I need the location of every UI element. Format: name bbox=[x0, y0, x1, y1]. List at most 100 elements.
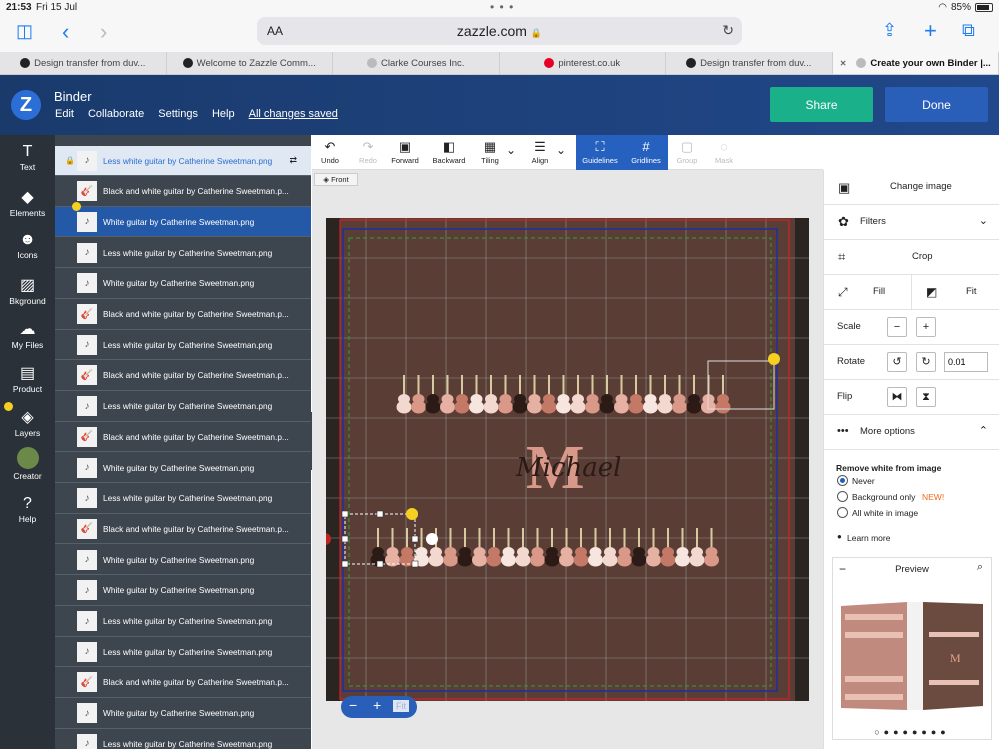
layer-row[interactable]: 🎸 Black and white guitar by Catherine Swe… bbox=[55, 300, 311, 330]
done-button[interactable]: Done bbox=[885, 87, 988, 122]
layer-row[interactable]: ♪ White guitar by Catherine Sweetman.png bbox=[55, 202, 311, 238]
zoom-out-button[interactable]: − bbox=[349, 697, 357, 713]
layer-row[interactable]: 🎸 Black and white guitar by Catherine Swe… bbox=[55, 177, 311, 207]
share-sheet-icon[interactable]: ⇪ bbox=[882, 20, 897, 41]
sidebar-toggle-icon[interactable]: ◫ bbox=[16, 21, 33, 42]
browser-tab[interactable]: Design transfer from duv... bbox=[666, 52, 833, 74]
browser-tab[interactable]: Design transfer from duv... bbox=[0, 52, 167, 74]
rotate-input[interactable] bbox=[944, 352, 988, 372]
chevron-down-icon[interactable]: ⌄ bbox=[506, 143, 516, 157]
layer-row[interactable]: 🎸 Black and white guitar by Catherine Swe… bbox=[55, 422, 311, 453]
favicon-icon bbox=[182, 58, 193, 68]
align-button[interactable]: ☰ Align bbox=[526, 135, 554, 170]
layer-row[interactable]: ♪ Less white guitar by Catherine Sweetman… bbox=[55, 484, 311, 514]
tool-layers[interactable]: ◈ Layers bbox=[0, 407, 55, 438]
scale-down-button[interactable]: − bbox=[887, 317, 907, 337]
backward-button[interactable]: ◧ Backward bbox=[428, 135, 470, 170]
layer-row[interactable]: ♪ White guitar by Catherine Sweetman.png bbox=[55, 699, 311, 729]
browser-tab[interactable]: ✕ Create your own Binder |... bbox=[832, 52, 999, 74]
cloud-upload-icon: ☁ bbox=[19, 321, 36, 338]
zoom-in-button[interactable]: + bbox=[373, 697, 381, 713]
mask-button[interactable]: ◌ Mask bbox=[708, 135, 740, 170]
menu-settings[interactable]: Settings bbox=[158, 108, 198, 120]
guidelines-button[interactable]: ⛶ Guidelines bbox=[576, 135, 624, 170]
learn-more-link[interactable]: Learn more bbox=[847, 533, 890, 543]
gridlines-button[interactable]: # Gridlines bbox=[624, 135, 668, 170]
fill-button[interactable]: ⤢ Fill bbox=[824, 275, 912, 310]
resize-handle bbox=[341, 535, 349, 543]
change-image-row[interactable]: ▣ Change image bbox=[824, 170, 999, 205]
tool-product[interactable]: ▤ Product bbox=[0, 363, 55, 394]
layer-row[interactable]: 🎸 Black and white guitar by Catherine Swe… bbox=[55, 668, 311, 698]
flip-vertical-button[interactable]: ⧗ bbox=[916, 387, 936, 407]
zazzle-logo[interactable]: Z bbox=[11, 90, 41, 120]
share-button[interactable]: Share bbox=[770, 87, 873, 122]
layer-row[interactable]: ♪ Less white guitar by Catherine Sweetman… bbox=[55, 238, 311, 269]
layer-row[interactable]: ♪ White guitar by Catherine Sweetman.png bbox=[55, 545, 311, 576]
layer-row[interactable]: ♪ Less white guitar by Catherine Sweetman… bbox=[55, 330, 311, 361]
multitask-dots-icon[interactable]: • • • bbox=[490, 0, 514, 14]
guitar-bottom-neck bbox=[522, 528, 524, 550]
radio-all-white[interactable] bbox=[837, 507, 848, 518]
more-options-row[interactable]: ••• More options ⌃ bbox=[824, 415, 999, 450]
link-icon[interactable]: ⇄ bbox=[289, 155, 297, 166]
tool-creator[interactable]: ● Creator bbox=[0, 447, 55, 481]
tool-bkground[interactable]: ▨ Bkground bbox=[0, 275, 55, 306]
undo-button[interactable]: ↶ Undo bbox=[316, 135, 344, 170]
new-tab-icon[interactable]: + bbox=[924, 18, 937, 44]
tool-text[interactable]: T Text bbox=[0, 143, 55, 172]
guitar-bottom-neck bbox=[623, 528, 626, 550]
forward-button[interactable]: ▣ Forward bbox=[390, 135, 420, 170]
rotate-right-button[interactable]: ↻ bbox=[916, 352, 936, 372]
close-tab-icon[interactable]: ✕ bbox=[840, 59, 847, 68]
tool-help[interactable]: ? Help bbox=[0, 495, 55, 524]
browser-tab[interactable]: Clarke Courses Inc. bbox=[333, 52, 500, 74]
reload-icon[interactable]: ↻ bbox=[722, 22, 734, 39]
layer-row[interactable]: ♪ Less white guitar by Catherine Sweetman… bbox=[55, 607, 311, 637]
chevron-down-icon[interactable]: ⌄ bbox=[556, 143, 566, 157]
redo-button[interactable]: ↷ Redo bbox=[354, 135, 382, 170]
layer-row[interactable]: ♪ White guitar by Catherine Sweetman.png bbox=[55, 576, 311, 606]
group-button[interactable]: ▢ Group bbox=[672, 135, 702, 170]
fit-button[interactable]: ◩ Fit bbox=[912, 275, 999, 310]
tool-my-files[interactable]: ☁ My Files bbox=[0, 319, 55, 350]
layer-row[interactable]: 🔒 ♪ Less white guitar by Catherine Sweetma… bbox=[55, 146, 311, 176]
design-canvas[interactable]: MMichael bbox=[326, 218, 809, 701]
zoom-preview-icon[interactable]: ⌕ bbox=[977, 561, 983, 574]
guitar-top-body-bottom bbox=[672, 400, 687, 414]
binder-preview-image[interactable]: M bbox=[837, 580, 987, 718]
menu-edit[interactable]: Edit bbox=[55, 108, 74, 120]
layer-row[interactable]: ♪ Less white guitar by Catherine Sweetman… bbox=[55, 637, 311, 668]
preview-pager[interactable]: ○●●●●●●● bbox=[833, 727, 991, 737]
back-icon[interactable]: ‹ bbox=[62, 19, 69, 45]
crop-row[interactable]: ⌗ Crop bbox=[824, 240, 999, 275]
lock-icon[interactable]: 🔒 bbox=[65, 156, 75, 165]
browser-tab[interactable]: Welcome to Zazzle Comm... bbox=[167, 52, 333, 74]
flip-horizontal-button[interactable]: ⧓ bbox=[887, 387, 907, 407]
scale-up-button[interactable]: + bbox=[916, 317, 936, 337]
address-bar[interactable]: AA zazzle.com 🔒 ↻ bbox=[257, 17, 742, 45]
tool-icons[interactable]: ☻ Icons bbox=[0, 231, 55, 260]
layer-row[interactable]: ♪ Less white guitar by Catherine Sweetman… bbox=[55, 392, 311, 422]
rotate-left-button[interactable]: ↺ bbox=[887, 352, 907, 372]
radio-background-only[interactable] bbox=[837, 491, 848, 502]
tool-elements[interactable]: ◆ Elements bbox=[0, 187, 55, 218]
browser-tab[interactable]: pinterest.co.uk bbox=[500, 52, 666, 74]
tiling-button[interactable]: ▦ Tiling bbox=[476, 135, 504, 170]
side-selector[interactable]: ◈ Front bbox=[314, 173, 358, 186]
tabs-overview-icon[interactable]: ⧉ bbox=[962, 20, 975, 41]
layer-row[interactable]: ♪ White guitar by Catherine Sweetman.png bbox=[55, 269, 311, 299]
guitar-top-body-bottom bbox=[715, 400, 731, 414]
filters-row[interactable]: ✿ Filters ⌄ bbox=[824, 205, 999, 240]
forward-icon[interactable]: › bbox=[100, 19, 107, 45]
layer-row[interactable]: ♪ Less white guitar by Catherine Sweetman… bbox=[55, 729, 311, 749]
save-status[interactable]: All changes saved bbox=[249, 108, 338, 120]
layer-row[interactable]: ♪ White guitar by Catherine Sweetman.png bbox=[55, 453, 311, 483]
menu-collaborate[interactable]: Collaborate bbox=[88, 108, 144, 120]
zoom-fit-button[interactable]: Fit bbox=[393, 700, 409, 712]
layer-row[interactable]: 🎸 Black and white guitar by Catherine Swe… bbox=[55, 514, 311, 545]
gridlines-icon: # bbox=[642, 139, 650, 154]
layer-row[interactable]: 🎸 Black and white guitar by Catherine Swe… bbox=[55, 361, 311, 391]
radio-never[interactable] bbox=[837, 475, 848, 486]
menu-help[interactable]: Help bbox=[212, 108, 235, 120]
